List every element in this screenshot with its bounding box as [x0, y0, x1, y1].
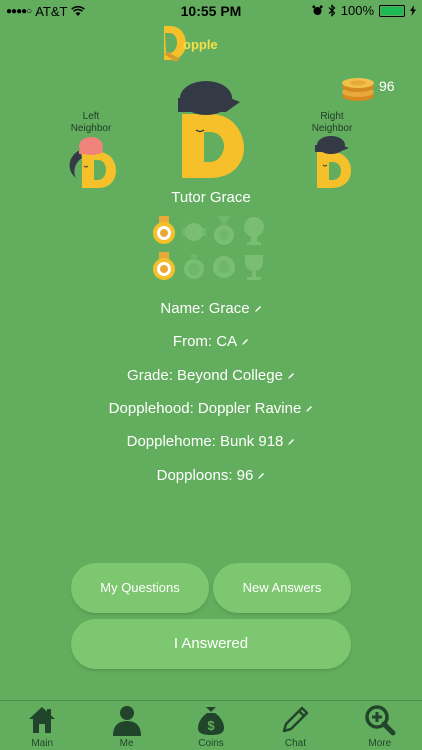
- tab-me-label: Me: [119, 738, 134, 749]
- i-answered-button[interactable]: I Answered: [71, 619, 351, 669]
- dopplehood-field[interactable]: Dopplehood: Doppler Ravine: [0, 398, 422, 420]
- tab-coins[interactable]: $ Coins: [169, 701, 253, 750]
- zoom-plus-icon: [365, 705, 396, 736]
- my-questions-button[interactable]: My Questions: [71, 563, 209, 613]
- dopploons-field[interactable]: Dopploons: 96: [0, 465, 422, 487]
- edit-icon[interactable]: [254, 305, 262, 313]
- wreath-locked-icon[interactable]: [212, 252, 236, 282]
- left-neighbor-label-line1: Left: [82, 111, 100, 122]
- medal-locked-icon[interactable]: [212, 216, 236, 246]
- grade-field[interactable]: Grade: Beyond College: [0, 365, 422, 387]
- stopwatch-locked-icon[interactable]: [182, 252, 206, 282]
- from-field[interactable]: From: CA: [0, 331, 422, 353]
- edit-icon[interactable]: [241, 338, 249, 346]
- left-neighbor-label-line2: Neighbor: [70, 123, 112, 134]
- left-neighbor-avatar[interactable]: [64, 136, 120, 192]
- name-field[interactable]: Name: Grace: [0, 298, 422, 320]
- edit-icon[interactable]: [287, 438, 295, 446]
- tab-main-label: Main: [31, 738, 54, 749]
- status-right: 100%: [312, 3, 416, 18]
- coins-icon[interactable]: [340, 72, 376, 102]
- bluetooth-icon: [328, 4, 336, 17]
- charging-icon: [410, 5, 416, 16]
- alarm-icon: [312, 5, 323, 15]
- svg-text:$: $: [207, 718, 215, 733]
- tab-bar: Main Me $ Coins Chat More: [0, 700, 422, 750]
- dopplehome-field-text: Dopplehome: Bunk 918: [126, 433, 284, 450]
- new-answers-button[interactable]: New Answers: [213, 563, 351, 613]
- home-icon: [29, 707, 56, 733]
- grade-field-text: Grade: Beyond College: [127, 367, 283, 384]
- edit-icon[interactable]: [257, 472, 265, 480]
- tab-main[interactable]: Main: [0, 701, 84, 750]
- cup-locked-icon[interactable]: [242, 252, 266, 282]
- tab-more-label: More: [368, 738, 392, 749]
- dopplehood-field-text: Dopplehood: Doppler Ravine: [108, 400, 302, 417]
- person-icon: [112, 706, 141, 736]
- main-avatar[interactable]: [170, 80, 252, 180]
- right-neighbor-avatar[interactable]: [311, 134, 357, 190]
- name-field-text: Name: Grace: [160, 300, 250, 317]
- dopplehome-field[interactable]: Dopplehome: Bunk 918: [0, 431, 422, 453]
- tab-more[interactable]: More: [338, 701, 422, 750]
- edit-icon[interactable]: [305, 405, 313, 413]
- trophy-locked-icon[interactable]: [242, 216, 266, 246]
- pencil-icon: [283, 706, 309, 733]
- dopploons-field-text: Dopploons: 96: [156, 467, 254, 484]
- coins-count: 96: [379, 78, 395, 94]
- logo-text: opple: [183, 37, 218, 52]
- ribbon-locked-icon[interactable]: [182, 216, 206, 246]
- money-bag-icon: $: [198, 707, 225, 735]
- from-field-text: From: CA: [172, 333, 238, 350]
- status-bar: ●●●●○ AT&T 10:55 PM 100%: [0, 0, 422, 22]
- medal-earned-icon[interactable]: [152, 216, 176, 246]
- tab-chat-label: Chat: [284, 738, 306, 749]
- right-neighbor-label: Right Neighbor: [305, 111, 359, 135]
- left-neighbor-label: Left Neighbor: [64, 111, 118, 135]
- battery-icon: [379, 4, 405, 17]
- tab-coins-label: Coins: [198, 738, 224, 749]
- battery-percent: 100%: [340, 3, 374, 18]
- badges-grid: [152, 216, 272, 288]
- medal-earned-icon-2[interactable]: [152, 252, 176, 282]
- tab-chat[interactable]: Chat: [253, 701, 337, 750]
- tab-me[interactable]: Me: [84, 701, 168, 750]
- tutor-title: Tutor Grace: [171, 189, 251, 206]
- right-neighbor-label-line1: Right: [320, 111, 344, 122]
- edit-icon[interactable]: [287, 372, 295, 380]
